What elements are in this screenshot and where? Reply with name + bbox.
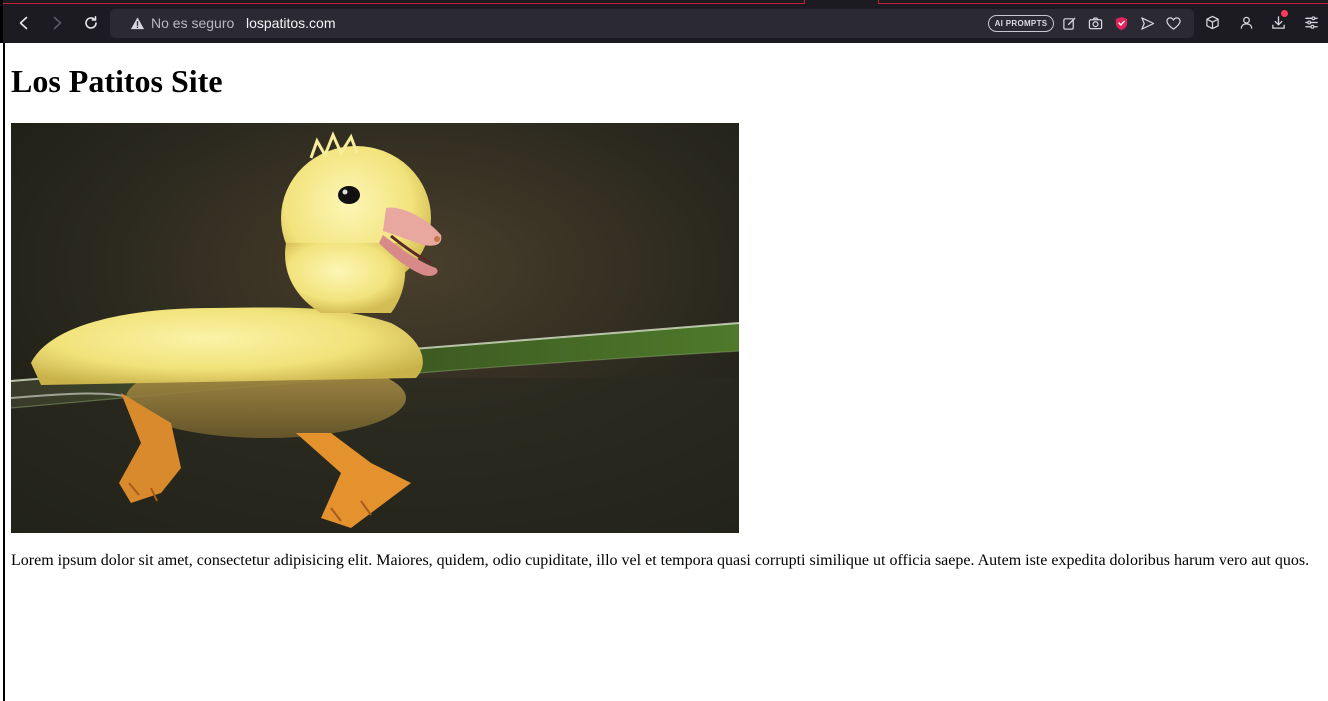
menu-icon[interactable] — [1302, 13, 1320, 31]
shield-icon[interactable] — [1113, 15, 1130, 32]
cube-icon[interactable] — [1203, 13, 1221, 31]
page-title: Los Patitos Site — [11, 63, 223, 99]
browser-toolbar: No es seguro lospatitos.com AI PROMPTS — [0, 0, 1328, 43]
reload-icon[interactable] — [80, 12, 102, 34]
tab-strip-right — [878, 0, 1328, 4]
ai-prompts-button[interactable]: AI PROMPTS — [988, 15, 1054, 32]
forward-arrow-icon[interactable] — [46, 12, 68, 34]
heart-icon[interactable] — [1165, 15, 1182, 32]
camera-icon[interactable] — [1087, 15, 1104, 32]
edit-icon[interactable] — [1061, 15, 1078, 32]
address-bar[interactable]: No es seguro lospatitos.com AI PROMPTS — [110, 9, 1194, 38]
send-icon[interactable] — [1139, 15, 1156, 32]
page-paragraph: Lorem ipsum dolor sit amet, consectetur … — [11, 552, 1310, 569]
back-arrow-icon[interactable] — [13, 12, 35, 34]
download-badge — [1281, 10, 1288, 17]
download-icon[interactable] — [1269, 10, 1288, 31]
page-content: Los Patitos Site Lorem ipsum dolor sit a… — [3, 43, 1328, 701]
person-icon[interactable] — [1237, 13, 1255, 31]
tab-strip-left — [3, 0, 805, 4]
insecure-label[interactable]: No es seguro — [151, 15, 234, 31]
warning-triangle-icon[interactable] — [130, 16, 145, 31]
duckling-image — [11, 123, 739, 533]
url-text[interactable]: lospatitos.com — [246, 15, 335, 31]
